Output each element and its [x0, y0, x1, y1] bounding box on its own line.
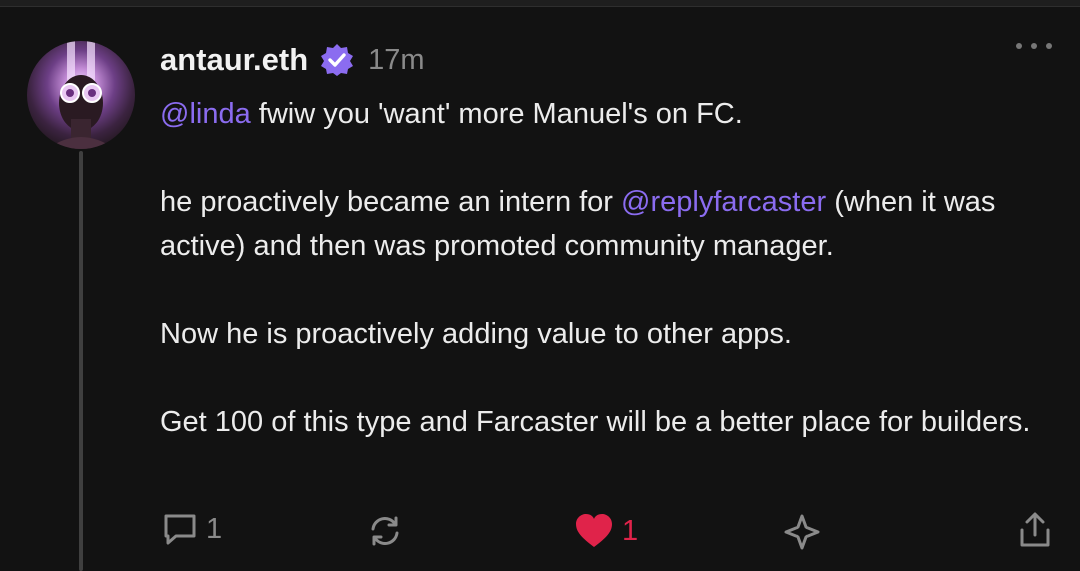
action-bar: 1 1	[0, 511, 1080, 555]
post-text: Now he is proactively adding value to ot…	[160, 318, 792, 350]
post-paragraph: @linda fwiw you 'want' more Manuel's on …	[160, 92, 1060, 136]
divider	[0, 0, 1080, 7]
reply-count: 1	[206, 512, 223, 545]
recast-button[interactable]	[367, 513, 403, 549]
share-icon	[1020, 512, 1050, 547]
comment-icon	[164, 514, 196, 545]
like-count: 1	[622, 514, 639, 547]
post-header: antaur.eth 17m	[160, 38, 425, 82]
avatar[interactable]	[27, 41, 135, 149]
thread-line	[79, 151, 83, 571]
verified-badge-icon	[321, 44, 354, 76]
post-text: he proactively became an intern for	[160, 186, 622, 218]
like-button[interactable]: 1	[574, 513, 638, 549]
post-body: @linda fwiw you 'want' more Manuel's on …	[160, 92, 1060, 444]
post-paragraph: Get 100 of this type and Farcaster will …	[160, 400, 1060, 444]
mention-link[interactable]: @linda	[160, 98, 251, 130]
bookmark-button[interactable]	[783, 513, 821, 551]
heart-icon	[576, 514, 612, 547]
post-paragraph: he proactively became an intern for @rep…	[160, 180, 1060, 268]
post-text: Get 100 of this type and Farcaster will …	[160, 406, 1031, 438]
post-text: fwiw you 'want' more Manuel's on FC.	[250, 98, 743, 130]
more-options-icon[interactable]	[1016, 36, 1052, 56]
author-username[interactable]: antaur.eth	[160, 42, 308, 78]
recast-icon	[371, 516, 399, 546]
post-timestamp: 17m	[368, 43, 425, 76]
share-button[interactable]	[1018, 511, 1052, 549]
reply-button[interactable]: 1	[162, 511, 222, 547]
post-paragraph: Now he is proactively adding value to ot…	[160, 312, 1060, 356]
mention-link[interactable]: @replyfarcaster	[621, 186, 826, 218]
star-icon	[784, 514, 820, 550]
